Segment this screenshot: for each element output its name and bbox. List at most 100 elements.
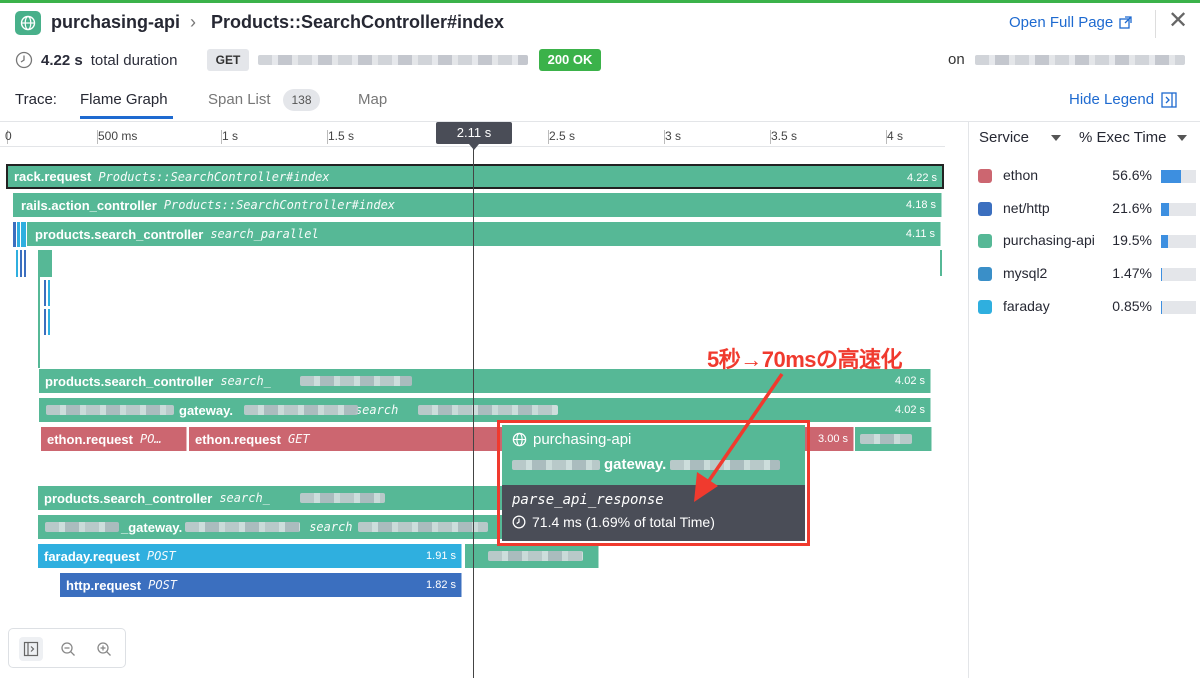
span-sliver[interactable]: [20, 250, 22, 277]
span-sliver[interactable]: [21, 222, 26, 247]
legend-row[interactable]: ethon 56.6%: [977, 165, 1197, 187]
span-name: products.search_controller: [44, 490, 213, 506]
legend-service-column[interactable]: Service: [979, 129, 1062, 146]
legend-exec-header: % Exec Time: [1079, 129, 1167, 146]
breadcrumb-chevron-icon: ›: [190, 12, 196, 32]
legend-row[interactable]: faraday 0.85%: [977, 296, 1197, 318]
resource-title: Products::SearchController#index: [211, 12, 505, 32]
tooltip-time: 71.4 ms (1.69% of total Time): [532, 514, 715, 530]
legend-row[interactable]: mysql2 1.47%: [977, 263, 1197, 285]
span-name: ethon.request: [47, 431, 133, 447]
clock-icon: [512, 515, 526, 529]
span-sliver[interactable]: [24, 250, 26, 277]
span-sliver[interactable]: [48, 280, 50, 306]
legend-pct: 0.85%: [1112, 298, 1152, 314]
span-resource: PO…: [139, 432, 162, 446]
toolbar-divider: [0, 121, 1200, 122]
axis-tick-label: 3.5 s: [771, 129, 798, 143]
top-accent-line: [0, 0, 1200, 3]
span-duration: 3.00 s: [818, 433, 848, 445]
span-resource: POST: [146, 549, 176, 563]
time-cursor-label: 2.11 s: [436, 122, 512, 144]
tab-span-list[interactable]: Span List: [208, 91, 271, 108]
span-resource: GET: [287, 432, 310, 446]
open-full-page-label: Open Full Page: [1009, 14, 1114, 31]
span-name: rails.action_controller: [21, 197, 157, 213]
span-ethon-request-post[interactable]: ethon.request PO…: [41, 427, 187, 451]
legend-swatch: [978, 169, 992, 183]
span-resource: search_: [220, 374, 271, 388]
tooltip-operation: gateway.: [604, 456, 667, 473]
legend-row[interactable]: purchasing-api 19.5%: [977, 230, 1197, 252]
expand-panel-icon[interactable]: [19, 637, 43, 661]
redacted-operation: [185, 522, 300, 532]
span-sliver[interactable]: [940, 250, 942, 276]
redacted-service: [45, 522, 119, 532]
hide-legend-button[interactable]: Hide Legend: [1069, 91, 1177, 108]
span-rails-action-controller[interactable]: rails.action_controller Products::Search…: [13, 193, 942, 217]
legend-swatch: [978, 202, 992, 216]
collapse-panel-icon: [1161, 91, 1177, 108]
globe-icon: [512, 432, 527, 447]
legend-bar-fill: [1161, 170, 1181, 183]
span-duration: 4.11 s: [905, 228, 935, 240]
span-name: _gateway.: [121, 519, 183, 535]
legend-bar-track: [1161, 235, 1196, 248]
legend-row[interactable]: net/http 21.6%: [977, 198, 1197, 220]
legend-swatch: [978, 267, 992, 281]
zoom-out-icon[interactable]: [56, 637, 80, 661]
redacted-service: [46, 405, 174, 415]
legend-swatch: [978, 234, 992, 248]
axis-tick-label: 500 ms: [98, 129, 138, 143]
legend-swatch: [978, 300, 992, 314]
legend-service-name: purchasing-api: [1003, 232, 1095, 248]
span-sliver[interactable]: [17, 222, 20, 247]
service-name-link[interactable]: purchasing-api: [51, 12, 180, 33]
globe-icon: [15, 11, 41, 35]
legend-bar-track: [1161, 301, 1196, 314]
hide-legend-label: Hide Legend: [1069, 91, 1155, 108]
tab-flame-graph[interactable]: Flame Graph: [80, 91, 168, 108]
zoom-in-icon[interactable]: [92, 637, 116, 661]
legend-service-name: mysql2: [1003, 265, 1048, 281]
open-full-page-link[interactable]: Open Full Page: [1009, 14, 1132, 31]
span-name: products.search_controller: [35, 226, 204, 242]
time-cursor-line[interactable]: [473, 142, 474, 678]
clock-icon: [15, 51, 33, 69]
duration-value: 4.22 s: [41, 51, 83, 69]
tab-map[interactable]: Map: [358, 91, 387, 108]
span-http-request[interactable]: http.request POST 1.82 s: [60, 573, 462, 597]
legend-pct: 1.47%: [1112, 265, 1152, 281]
span-duration: 4.02 s: [895, 375, 925, 387]
axis-tick-label: 0: [5, 129, 12, 143]
span-sliver[interactable]: [44, 280, 46, 306]
legend-bar-track: [1161, 170, 1196, 183]
redacted-operation: [244, 405, 358, 415]
span-sliver[interactable]: [48, 309, 50, 335]
legend-pct: 19.5%: [1112, 232, 1152, 248]
redacted-url: [258, 55, 528, 65]
span-resource: POST: [148, 578, 178, 592]
span-name: faraday.request: [44, 548, 140, 564]
legend-service-header: Service: [979, 129, 1030, 146]
redacted-service: [512, 459, 600, 470]
time-cursor-pointer: [469, 144, 479, 150]
span-resource: Products::SearchController#index: [163, 198, 396, 212]
span-products-search-controller[interactable]: products.search_controller search_parall…: [27, 222, 941, 246]
span-faraday-request[interactable]: faraday.request POST 1.91 s: [38, 544, 462, 568]
span-sliver[interactable]: [44, 309, 46, 335]
span-resource: search_parallel: [210, 227, 319, 241]
span-rack-request[interactable]: rack.request Products::SearchController#…: [6, 164, 944, 189]
axis-tick-label: 4 s: [887, 129, 904, 143]
legend-pct: 56.6%: [1112, 167, 1152, 183]
span-sliver[interactable]: [13, 222, 16, 247]
close-icon[interactable]: ✕: [1168, 8, 1188, 34]
span-duration: 4.22 s: [907, 172, 937, 184]
span-name: http.request: [66, 577, 142, 593]
redacted-resource: [300, 493, 385, 503]
legend-exec-time-column[interactable]: % Exec Time: [1079, 129, 1187, 146]
span-sliver[interactable]: [16, 250, 18, 277]
span-sliver[interactable]: [40, 250, 52, 277]
trace-label: Trace:: [15, 91, 57, 108]
legend-bar-track: [1161, 268, 1196, 281]
